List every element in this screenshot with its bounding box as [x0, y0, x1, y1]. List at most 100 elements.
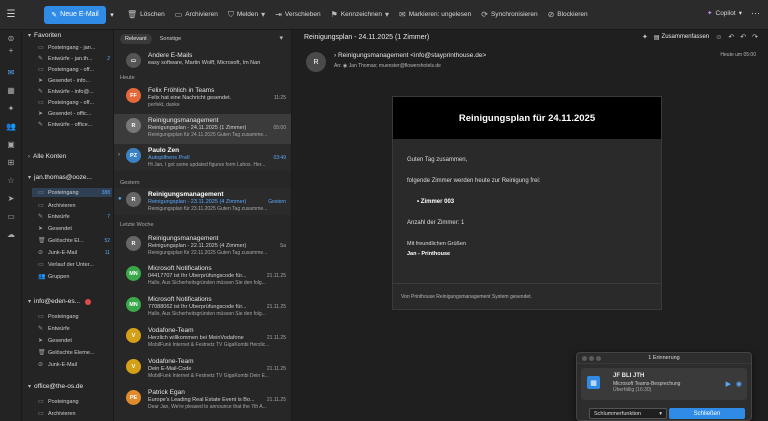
list-item[interactable]: PE Patrick Egan Europe's Leading Real Es… [114, 386, 291, 413]
folder-junk[interactable]: ⊘ Junk-E-Mail 11 [38, 248, 112, 257]
filter-icon[interactable]: ⊜ [0, 34, 22, 43]
folder-drafts[interactable]: ✎ Entwürfe [38, 324, 112, 333]
teams-join-icon[interactable]: ◉ [736, 380, 742, 388]
people-icon[interactable]: 👥 [0, 122, 22, 131]
teams-icon[interactable]: ▣ [0, 140, 22, 149]
report-button[interactable]: ⛉ Melden ▾ [228, 10, 265, 20]
copilot-button[interactable]: ✦ Copilot ▾ [707, 9, 742, 18]
signature-greeting: Mit freundlichen Grüßen [407, 241, 466, 247]
sync-button[interactable]: ⟳ Synchronisieren [481, 10, 537, 19]
emoji-icon[interactable]: ☺ [715, 34, 722, 41]
favorite-item[interactable]: ▭ Posteingang - off... [38, 98, 112, 107]
snooze-dropdown[interactable]: Schlummerfunktion ▾ [589, 408, 667, 419]
folder-sent[interactable]: ➤ Gesendet [38, 336, 112, 345]
cloud-icon[interactable]: ☁ [0, 230, 22, 239]
list-item[interactable]: R Reinigungsmanagement Reinigungsplan - … [114, 232, 291, 259]
archive-button[interactable]: ▭ Archivieren [175, 10, 218, 19]
reply-all-icon[interactable]: ↶ [740, 33, 746, 41]
account-header[interactable]: ▾ info@eden-es... [28, 298, 92, 305]
tab-relevant[interactable]: Relevant [120, 34, 152, 44]
move-button[interactable]: ⇥ Verschieben [275, 10, 320, 19]
recipients: An: ◉ Jan Thomas; muenster@flowershotels… [334, 63, 441, 69]
close-reminder-button[interactable]: Schließen [669, 408, 745, 419]
list-item[interactable]: R Reinigungsmanagement Reinigungsplan - … [114, 114, 291, 144]
chevron-down-icon: ▾ [28, 175, 32, 181]
sent-icon: ➤ [38, 226, 44, 232]
forward-icon[interactable]: ↷ [752, 33, 758, 41]
folder-history[interactable]: ▭ Verlauf der Unter... [38, 260, 112, 269]
folder-junk[interactable]: ⊘ Junk-E-Mail [38, 360, 112, 369]
favorites-header[interactable]: ▾ Favoriten [28, 32, 61, 39]
minimize-window-button[interactable] [589, 356, 594, 361]
folder-inbox[interactable]: ▭ Posteingang [38, 312, 112, 321]
folder-archive[interactable]: ▭ Archivieren [38, 201, 112, 210]
folder-deleted[interactable]: 🗑 Gelöschte El... 52 [38, 236, 112, 245]
video-call-icon[interactable]: ▶ [726, 380, 731, 388]
sender-address[interactable]: › Reinigungsmanagement <info@stayprintho… [334, 52, 486, 59]
list-item[interactable]: MN Microsoft Notifications 77088062 ist … [114, 293, 291, 320]
mark-unread-button[interactable]: ✉ Markieren: ungelesen [399, 10, 471, 19]
block-button[interactable]: ⊘ Blockieren [548, 10, 588, 19]
copilot-rail-icon[interactable]: ✦ [0, 104, 22, 113]
list-item[interactable]: ▭ Andere E-Mails easy software, Martin W… [114, 49, 291, 76]
chevron-down-icon: ▾ [738, 10, 742, 17]
favorite-item[interactable]: ➤ Gesendet - info... [38, 76, 112, 85]
favorite-item[interactable]: ✎ Entwürfe - office... [38, 120, 112, 129]
chevron-right-icon[interactable]: › [118, 152, 120, 158]
favorite-item[interactable]: ➤ Gesendet - offic... [38, 109, 112, 118]
list-item[interactable]: V Vodafone-Team Dein E-Mail-Code MobilFu… [114, 355, 291, 382]
folder-inbox[interactable]: ▭ Posteingang 388 [32, 188, 112, 197]
new-mail-button[interactable]: ✎ Neue E-Mail [44, 5, 106, 24]
menu-icon[interactable]: ☰ [0, 9, 22, 20]
copilot-sparkle-icon[interactable]: ✦ [642, 33, 648, 41]
draft-icon: ✎ [38, 89, 44, 95]
folder-groups[interactable]: 👥 Gruppen [38, 272, 112, 281]
tab-other[interactable]: Sonstige [155, 34, 186, 44]
group-header: Gestern [120, 180, 140, 186]
chevron-down-icon: ▾ [28, 33, 32, 39]
archive-icon: ▭ [174, 10, 183, 19]
account-header[interactable]: ▾ jan.thomas@ooze... [28, 174, 92, 181]
list-item[interactable]: V Vodafone-Team Herzlich willkommen bei … [114, 324, 291, 351]
folder-sent[interactable]: ➤ Gesendet [38, 224, 112, 233]
delete-button[interactable]: 🗑 Löschen [127, 10, 165, 19]
new-mail-dropdown[interactable]: ▾ [107, 6, 117, 24]
avatar: PE [126, 390, 141, 405]
folder-drafts[interactable]: ✎ Entwürfe 7 [38, 212, 112, 221]
favorite-item[interactable]: ✎ Entwürfe - info@... [38, 87, 112, 96]
avatar: MN [126, 266, 141, 281]
add-icon[interactable]: + [0, 46, 22, 55]
favorite-item[interactable]: ▭ Posteingang - off... [38, 65, 112, 74]
folder-deleted[interactable]: 🗑 Gelöschte Eleme... [38, 348, 112, 357]
account-header[interactable]: ▾ office@the-os.de [28, 383, 83, 390]
favorite-item[interactable]: ✎ Entwürfe - jan.th... 2 [38, 54, 112, 63]
message-date: Heute um 05:00 [720, 52, 756, 58]
send-icon[interactable]: ➤ [0, 194, 22, 203]
calendar-icon[interactable]: ▦ [0, 86, 22, 95]
more-icon[interactable]: ⋯ [751, 8, 760, 19]
copilot-icon: ✦ [707, 10, 713, 17]
junk-icon: ⊘ [38, 250, 44, 256]
apps-icon[interactable]: ⊞ [0, 158, 22, 167]
archive-rail-icon[interactable]: ▭ [0, 212, 22, 221]
filter-icon[interactable]: ▾ [279, 34, 283, 42]
list-item[interactable]: › PZ Paulo Zen Autopilfrens Prell Hi Jan… [114, 144, 291, 171]
draft-icon: ✎ [38, 122, 44, 128]
all-accounts-header[interactable]: › Alle Konten [28, 153, 66, 160]
favorite-item[interactable]: ▭ Posteingang - jan... [38, 43, 112, 52]
list-item[interactable]: FF Felix Fröhlich in Teams Felix hat ein… [114, 84, 291, 111]
close-window-button[interactable] [582, 356, 587, 361]
list-item[interactable]: ● R Reinigungsmanagement Reinigungsplan … [114, 188, 291, 215]
reply-icon[interactable]: ↶ [728, 33, 734, 41]
folder-inbox[interactable]: ▭ Posteingang [38, 397, 112, 406]
zoom-window-button[interactable] [596, 356, 601, 361]
star-icon[interactable]: ☆ [0, 176, 22, 185]
inbox-icon: ▭ [38, 314, 44, 320]
list-item[interactable]: MN Microsoft Notifications 04417707 ist … [114, 262, 291, 289]
mail-icon[interactable]: ✉ [0, 68, 22, 77]
reminder-item[interactable]: ▦ JF BLI JTH Microsoft Teams-Besprechung… [581, 368, 747, 400]
sent-icon: ➤ [38, 78, 44, 84]
folder-archive[interactable]: ▭ Archivieren [38, 409, 112, 418]
summarize-button[interactable]: ▤ Zusammenfassen [654, 34, 709, 41]
flag-button[interactable]: ⚑ Kennzeichnen ▾ [331, 10, 389, 19]
